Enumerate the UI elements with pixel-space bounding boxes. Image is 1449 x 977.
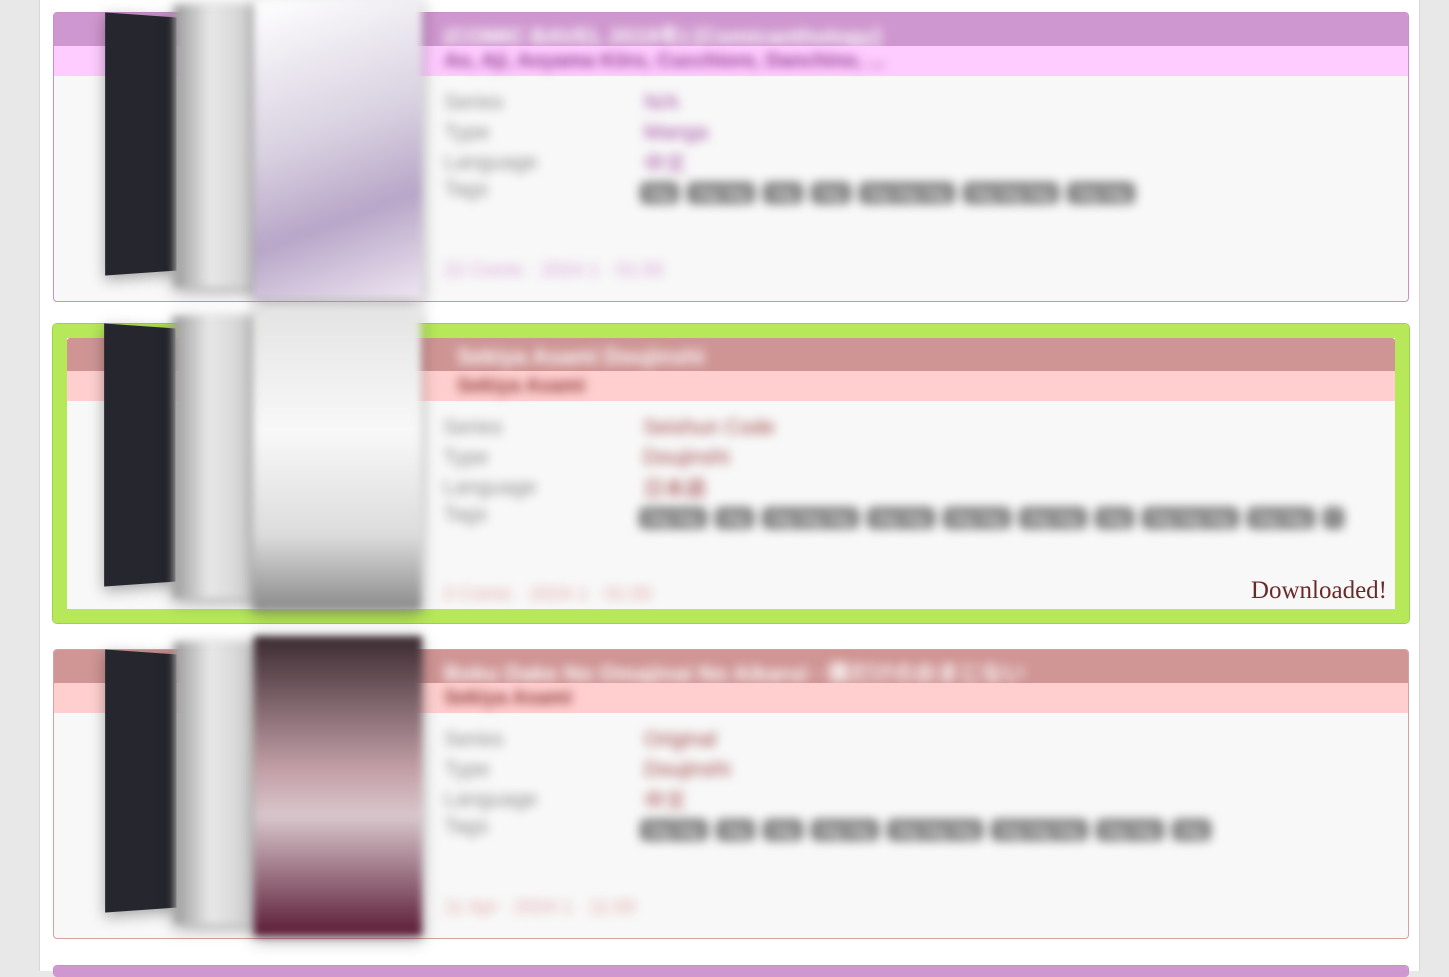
tag-chip[interactable]: tag tag xyxy=(942,507,1011,529)
tag-chip[interactable]: tag tag xyxy=(639,819,708,841)
meta-key: Language xyxy=(443,476,537,499)
meta-value-type[interactable]: Manga xyxy=(644,121,708,145)
meta-key: Series xyxy=(444,728,504,751)
tag-chip[interactable]: tag tag xyxy=(1095,819,1164,841)
gallery-metadata: Series Seishun Code Type Doujinshi Languag… xyxy=(443,413,1383,529)
tag-chip[interactable]: tag xyxy=(714,507,755,529)
tag-chip[interactable]: tag tag tag xyxy=(762,507,859,529)
meta-key: Language xyxy=(444,151,538,174)
gallery-metadata: Series N/A Type Manga Language 中文 Tags tag … xyxy=(444,88,1384,204)
tag-chip[interactable]: tag xyxy=(763,819,804,841)
gallery-title[interactable]: Sekiya Asami Doujinshi xyxy=(457,344,704,370)
cover-stack[interactable] xyxy=(103,310,423,622)
meta-key: Tags xyxy=(444,815,489,838)
meta-key: Series xyxy=(444,91,504,114)
gallery-date: 22 Comic · 2024 1 · 01:00 xyxy=(444,260,664,281)
tag-chip[interactable]: tag xyxy=(1094,507,1135,529)
meta-key: Type xyxy=(444,758,490,781)
cover-image xyxy=(174,642,264,924)
tag-chip[interactable]: tag tag tag xyxy=(858,182,956,204)
cover-image xyxy=(173,316,263,598)
cover-image xyxy=(254,0,422,299)
tag-list: tag tag tag tag tag tag tag tag tag tag … xyxy=(638,503,1383,529)
tag-chip[interactable]: tag tag xyxy=(687,182,756,204)
tag-chip[interactable]: tag tag tag xyxy=(1142,507,1239,529)
gallery-date: 11 Apr · 2024 1 · 11:00 xyxy=(444,897,636,918)
meta-value-type[interactable]: Doujinshi xyxy=(644,758,730,782)
meta-value-language[interactable]: 日本語 xyxy=(643,473,706,503)
meta-value-series[interactable]: Original xyxy=(644,728,716,752)
gallery-card[interactable]: (COMIC BAVEL 2019冬) [Comicanthology] Ao,… xyxy=(53,0,1409,302)
cover-image xyxy=(105,12,177,276)
gallery-card-downloaded[interactable]: Sekiya Asami Doujinshi Sekiya Asami Seri… xyxy=(52,310,1410,624)
gallery-title-bar xyxy=(54,966,1408,977)
tag-chip[interactable]: tag xyxy=(811,182,851,204)
tag-chip[interactable]: tag tag xyxy=(866,507,935,529)
cover-stack[interactable] xyxy=(104,0,424,311)
cover-stack[interactable] xyxy=(104,636,424,948)
meta-key: Type xyxy=(443,446,489,469)
gallery-artists[interactable]: Sekiya Asami xyxy=(444,687,572,710)
tag-chip[interactable]: tag tag xyxy=(1246,507,1315,529)
tag-list: tag tag tag tag tag tag tag tag tag tag … xyxy=(639,178,1384,204)
meta-value-series[interactable]: N/A xyxy=(644,91,679,115)
tag-chip[interactable]: tag tag xyxy=(638,507,707,529)
tag-chip[interactable]: tag tag xyxy=(1018,507,1087,529)
meta-value-language[interactable]: 中文 xyxy=(644,148,686,178)
cover-image xyxy=(174,5,264,287)
tag-list: tag tag tag tag tag tag tag tag tag tag … xyxy=(639,815,1384,841)
tag-chip[interactable]: tag tag tag xyxy=(887,819,984,841)
gallery-date: 3 Comic · 2024 1 · 01:00 xyxy=(443,584,653,605)
cover-image xyxy=(105,649,177,913)
tag-chip[interactable]: tag tag tag xyxy=(963,182,1060,204)
cover-image xyxy=(104,323,176,587)
gallery-metadata: Series Original Type Doujinshi Language 中文 … xyxy=(444,725,1384,841)
tag-chip[interactable]: tag xyxy=(639,182,680,204)
meta-key: Series xyxy=(443,416,503,439)
gallery-artists[interactable]: Sekiya Asami xyxy=(457,375,585,398)
tag-chip[interactable]: tag xyxy=(1171,819,1212,841)
gallery-card[interactable] xyxy=(53,965,1409,977)
meta-value-language[interactable]: 中文 xyxy=(644,785,686,815)
downloaded-label: Downloaded! xyxy=(1250,577,1387,604)
tag-chip[interactable]: tag tag xyxy=(811,819,880,841)
cover-image xyxy=(254,636,422,936)
meta-key: Tags xyxy=(443,503,488,526)
tag-chip[interactable]: tag tag tag xyxy=(991,819,1088,841)
tag-chip[interactable]: tag tag xyxy=(1067,182,1136,204)
meta-value-type[interactable]: Doujinshi xyxy=(643,446,729,470)
meta-key: Tags xyxy=(444,178,489,201)
cover-image xyxy=(253,310,421,610)
meta-value-series[interactable]: Seishun Code xyxy=(643,416,775,440)
tag-chip[interactable]: tag xyxy=(715,819,756,841)
gallery-card[interactable]: Boku Dake No Omajinai No Aikarui · 僕だけのお… xyxy=(53,636,1409,939)
gallery-artists[interactable]: Ao, Aji, Aoyama Kiiro, Cucchiore, Danchi… xyxy=(444,50,885,73)
meta-key: Type xyxy=(444,121,490,144)
tag-chip[interactable]: tag xyxy=(763,182,804,204)
meta-key: Language xyxy=(444,788,538,811)
tag-chip[interactable]: t xyxy=(1322,507,1344,529)
